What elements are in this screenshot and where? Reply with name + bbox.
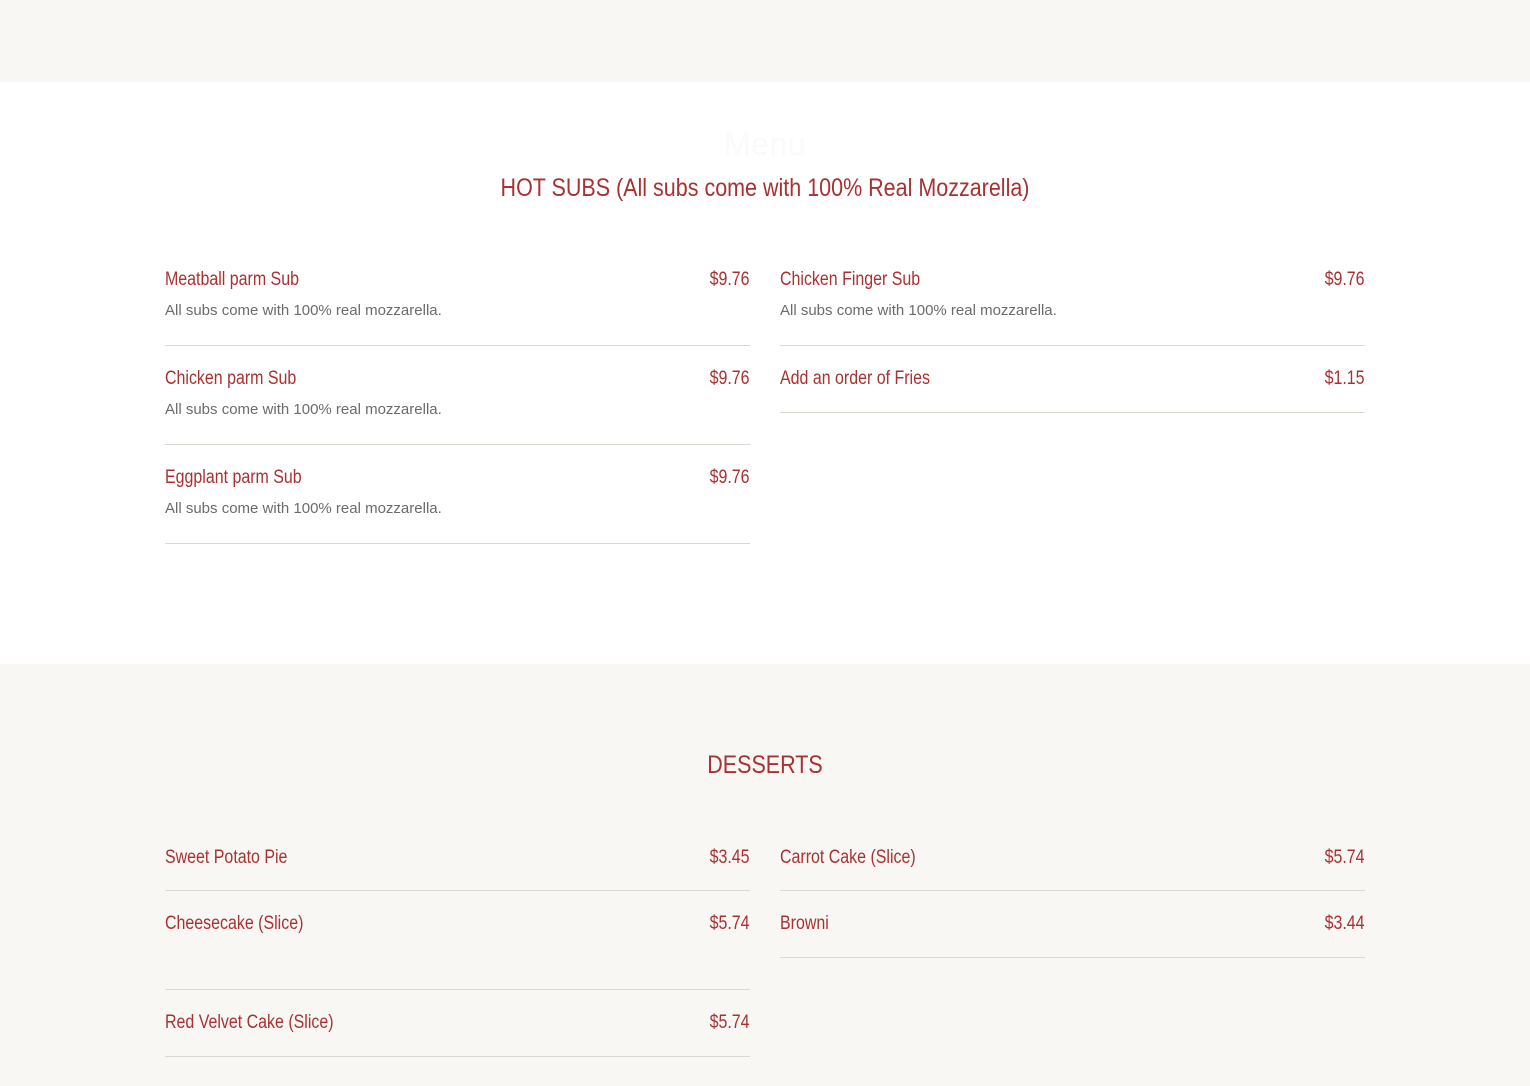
- menu-item[interactable]: Red Velvet Cake (Slice) $5.74: [165, 990, 750, 1057]
- item-price: $1.15: [1325, 368, 1365, 389]
- menu-item[interactable]: Sweet Potato Pie $3.45: [165, 846, 750, 891]
- hot-subs-right-column: Chicken Finger Sub $9.76 All subs come w…: [780, 268, 1365, 413]
- item-price: $9.76: [710, 368, 750, 389]
- item-name: Browni: [780, 913, 829, 934]
- menu-item[interactable]: Carrot Cake (Slice) $5.74: [780, 846, 1365, 891]
- item-price: $3.44: [1325, 913, 1365, 934]
- item-price: $9.76: [1325, 269, 1365, 290]
- desserts-left-column: Sweet Potato Pie $3.45 Cheesecake (Slice…: [165, 846, 750, 1057]
- menu-heading: Menu: [723, 126, 807, 162]
- desserts-section: DESSERTS Sweet Potato Pie $3.45 Cheeseca…: [0, 664, 1530, 1086]
- item-description: All subs come with 100% real mozzarella.: [165, 500, 442, 517]
- item-description: All subs come with 100% real mozzarella.: [165, 401, 442, 418]
- item-name: Chicken parm Sub: [165, 368, 297, 389]
- item-price: $5.74: [710, 913, 750, 934]
- item-name: Cheesecake (Slice): [165, 913, 304, 934]
- menu-item[interactable]: Chicken parm Sub $9.76 All subs come wit…: [165, 346, 750, 445]
- item-description: All subs come with 100% real mozzarella.: [165, 302, 442, 319]
- menu-item[interactable]: Eggplant parm Sub $9.76 All subs come wi…: [165, 445, 750, 544]
- item-description: All subs come with 100% real mozzarella.: [780, 302, 1057, 319]
- menu-item[interactable]: Browni $3.44: [780, 891, 1365, 958]
- item-name: Add an order of Fries: [780, 368, 930, 389]
- item-price: $9.76: [710, 269, 750, 290]
- item-name: Meatball parm Sub: [165, 269, 299, 290]
- item-name: Eggplant parm Sub: [165, 467, 302, 488]
- hot-subs-section: Menu HOT SUBS (All subs come with 100% R…: [0, 82, 1530, 664]
- item-price: $5.74: [1325, 847, 1365, 868]
- top-header-band: [0, 0, 1530, 82]
- menu-item[interactable]: Chicken Finger Sub $9.76 All subs come w…: [780, 268, 1365, 346]
- item-name: Red Velvet Cake (Slice): [165, 1012, 334, 1033]
- hot-subs-title: HOT SUBS (All subs come with 100% Real M…: [500, 174, 1030, 202]
- item-price: $5.74: [710, 1012, 750, 1033]
- desserts-right-column: Carrot Cake (Slice) $5.74 Browni $3.44: [780, 846, 1365, 958]
- item-name: Carrot Cake (Slice): [780, 847, 916, 868]
- item-name: Sweet Potato Pie: [165, 847, 288, 868]
- item-name: Chicken Finger Sub: [780, 269, 921, 290]
- item-price: $3.45: [710, 847, 750, 868]
- menu-item[interactable]: Add an order of Fries $1.15: [780, 346, 1365, 413]
- menu-item[interactable]: Meatball parm Sub $9.76 All subs come wi…: [165, 268, 750, 346]
- item-price: $9.76: [710, 467, 750, 488]
- menu-item[interactable]: Cheesecake (Slice) $5.74: [165, 891, 750, 990]
- hot-subs-left-column: Meatball parm Sub $9.76 All subs come wi…: [165, 268, 750, 544]
- desserts-title: DESSERTS: [707, 751, 823, 779]
